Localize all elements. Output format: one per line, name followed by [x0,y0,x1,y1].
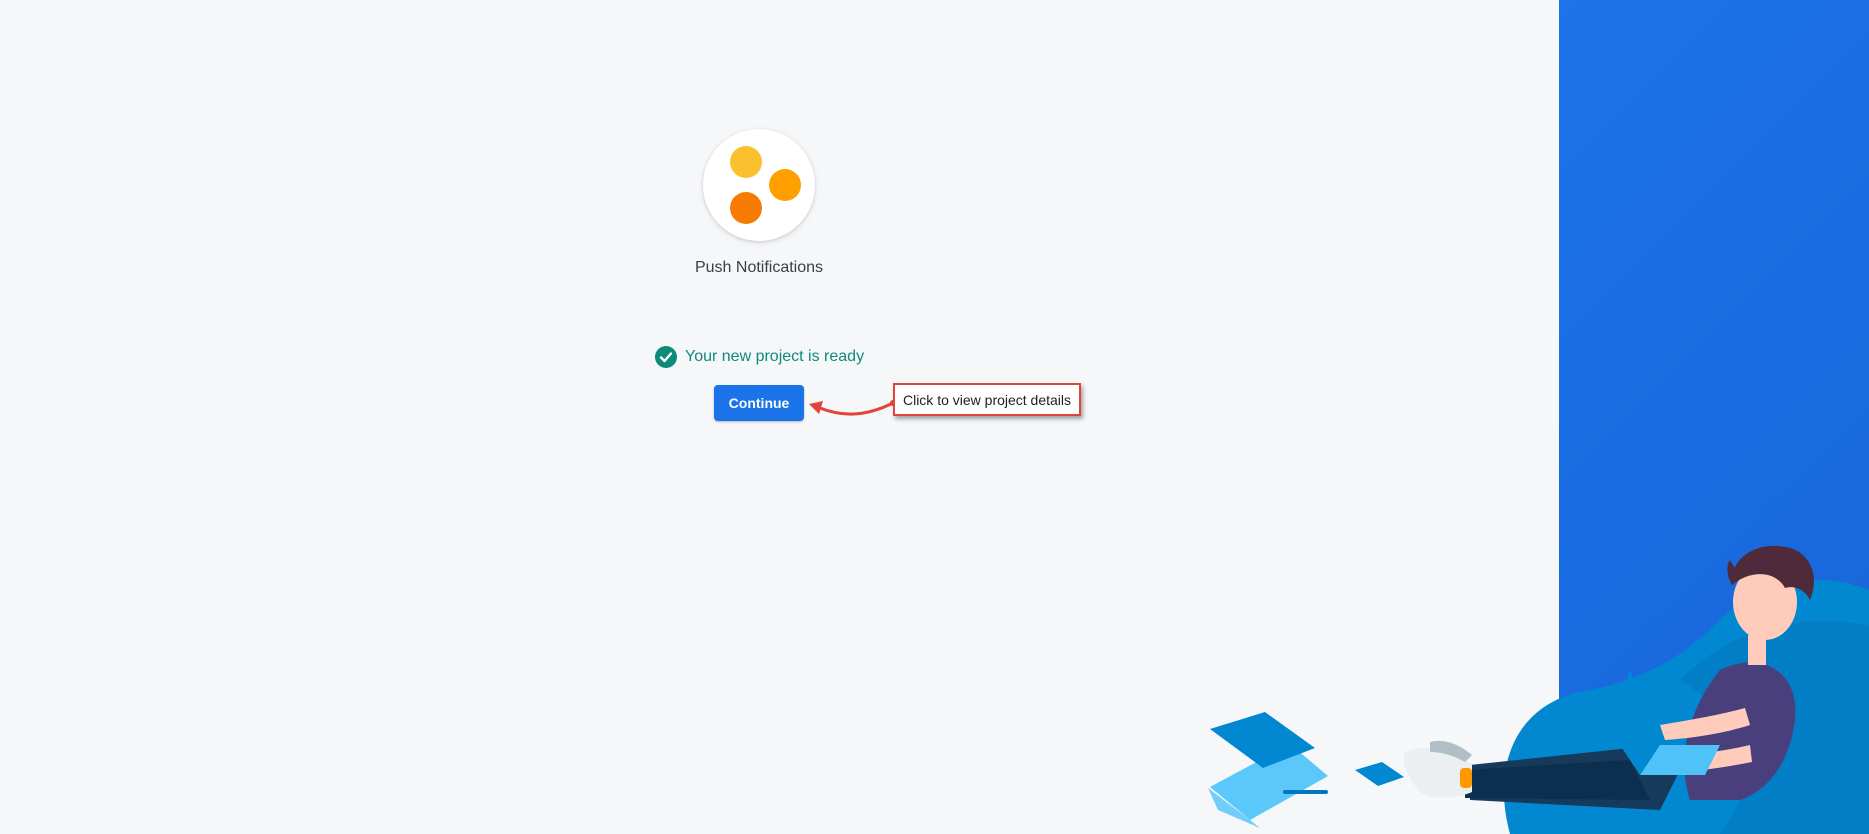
callout-tooltip: Click to view project details [893,383,1081,416]
callout-text: Click to view project details [902,391,1072,408]
project-logo [703,129,815,241]
status-message: Your new project is ready [685,348,865,365]
three-dots-logo-icon [730,146,801,224]
continue-button[interactable]: Continue [714,385,804,421]
project-status: Your new project is ready [655,346,864,368]
project-ready-page: Push Notifications Your new project is r… [0,0,1869,834]
callout-arrow-icon [809,400,896,416]
project-name: Push Notifications [694,259,824,276]
person-with-laptop-illustration [1208,545,1869,834]
check-circle-icon [655,346,677,368]
